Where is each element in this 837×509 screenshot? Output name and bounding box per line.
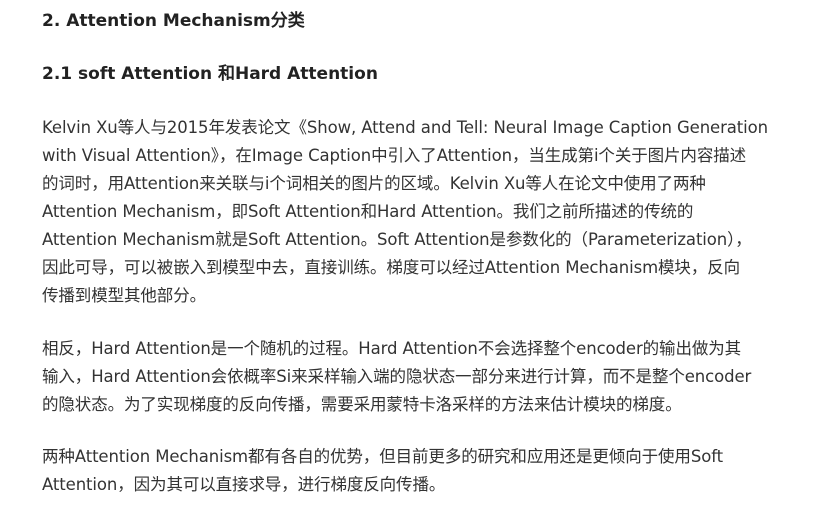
- text-line: 相反，Hard Attention是一个随机的过程。Hard Attention…: [42, 339, 742, 358]
- text-line: with Visual Attention》，在Image Caption中引入…: [42, 146, 747, 165]
- text-line: 的隐状态。为了实现梯度的反向传播，需要采用蒙特卡洛采样的方法来估计模块的梯度。: [42, 395, 682, 414]
- paragraph-comparison: 两种Attention Mechanism都有各自的优势，但目前更多的研究和应用…: [42, 443, 820, 499]
- subsection-heading: 2.1 soft Attention 和Hard Attention: [42, 64, 378, 84]
- text-line: Attention Mechanism就是Soft Attention。Soft…: [42, 230, 752, 249]
- text-line: Attention，因为其可以直接求导，进行梯度反向传播。: [42, 475, 446, 494]
- text-line: 两种Attention Mechanism都有各自的优势，但目前更多的研究和应用…: [42, 447, 723, 466]
- paragraph-soft-attention: Kelvin Xu等人与2015年发表论文《Show, Attend and T…: [42, 114, 820, 310]
- paragraph-hard-attention: 相反，Hard Attention是一个随机的过程。Hard Attention…: [42, 335, 820, 419]
- text-line: 的词时，用Attention来关联与i个词相关的图片的区域。Kelvin Xu等…: [42, 174, 706, 193]
- text-line: 因此可导，可以被嵌入到模型中去，直接训练。梯度可以经过Attention Mec…: [42, 258, 741, 277]
- text-line: Kelvin Xu等人与2015年发表论文《Show, Attend and T…: [42, 118, 768, 137]
- text-line: 传播到模型其他部分。: [42, 286, 207, 305]
- text-line: Attention Mechanism，即Soft Attention和Hard…: [42, 202, 694, 221]
- text-line: 输入，Hard Attention会依概率Si来采样输入端的隐状态一部分来进行计…: [42, 367, 752, 386]
- section-heading: 2. Attention Mechanism分类: [42, 11, 305, 31]
